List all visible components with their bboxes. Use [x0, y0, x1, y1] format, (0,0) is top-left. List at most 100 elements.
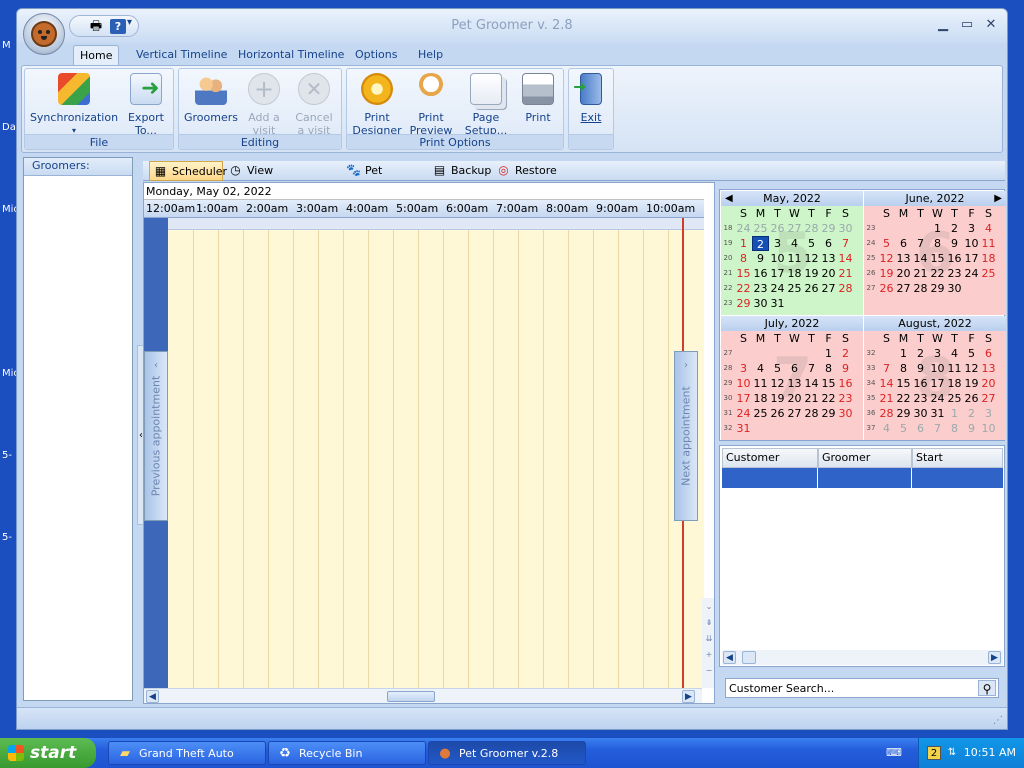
calendar-day[interactable]: 17 — [929, 376, 946, 391]
calendar-day[interactable]: 14 — [803, 376, 820, 391]
calendar-day[interactable]: 12 — [769, 376, 786, 391]
page-setup-button[interactable]: Page Setup... — [459, 73, 513, 137]
calendar-day[interactable]: 9 — [912, 361, 929, 376]
calendar-day[interactable]: 1 — [735, 236, 752, 251]
print-preview-button[interactable]: Print Preview — [405, 73, 457, 137]
exit-button[interactable]: ➜ Exit — [571, 73, 611, 124]
calendar-day[interactable]: 20 — [895, 266, 912, 281]
calendar-day[interactable]: 18 — [946, 376, 963, 391]
calendar-day[interactable]: 20 — [980, 376, 997, 391]
scroll-down-icon[interactable]: ⌄ — [704, 602, 714, 612]
calendar-day[interactable]: 24 — [735, 221, 752, 236]
calendar-day[interactable]: 29 — [735, 296, 752, 311]
calendar-day[interactable]: 28 — [803, 221, 820, 236]
calendar-navigator[interactable]: ◀ May, 2022 5 SMTWTFS 18 24 25 26 27 28 29 30 19… — [719, 189, 1006, 441]
calendar-day[interactable]: 26 — [769, 221, 786, 236]
calendar-day[interactable]: 3 — [929, 346, 946, 361]
calendar-day[interactable]: 4 — [878, 421, 895, 436]
calendar-day[interactable]: 23 — [946, 266, 963, 281]
scroll-next-icon[interactable]: ⇟ — [704, 618, 714, 628]
calendar-day[interactable]: 27 — [786, 221, 803, 236]
tab-options[interactable]: Options — [349, 45, 403, 66]
resize-grip-icon[interactable]: ⋰ — [993, 715, 1005, 727]
minimize-button[interactable]: ▁ — [935, 17, 951, 33]
calendar-day[interactable]: 27 — [980, 391, 997, 406]
calendar-day[interactable]: 8 — [946, 421, 963, 436]
scroll-right-icon[interactable]: ▶ — [682, 690, 695, 703]
calendar-day[interactable]: 15 — [895, 376, 912, 391]
tab-vertical-timeline[interactable]: Vertical Timeline — [130, 45, 233, 66]
start-button[interactable]: start — [0, 738, 96, 768]
calendar-day[interactable]: 11 — [946, 361, 963, 376]
calendar-day[interactable]: 7 — [837, 236, 854, 251]
calendar-day[interactable]: 15 — [735, 266, 752, 281]
calendar-day[interactable]: 22 — [735, 281, 752, 296]
calendar-day[interactable] — [752, 421, 769, 436]
calendar-day[interactable]: 19 — [878, 266, 895, 281]
calendar-day[interactable]: 14 — [878, 376, 895, 391]
calendar-day[interactable]: 19 — [963, 376, 980, 391]
task-grand-theft-auto[interactable]: ▰ Grand Theft Auto — [108, 741, 266, 765]
calendar-day[interactable]: 2 — [912, 346, 929, 361]
scroll-last-icon[interactable]: ⇊ — [704, 634, 714, 644]
calendar-day[interactable]: 3 — [980, 406, 997, 421]
calendar-day[interactable] — [837, 296, 854, 311]
previous-appointment-button[interactable]: ‹ Previous appointment — [144, 351, 168, 521]
calendar-day[interactable]: 22 — [820, 391, 837, 406]
calendar-day[interactable]: 28 — [837, 281, 854, 296]
calendar-day[interactable]: 24 — [769, 281, 786, 296]
calendar-day[interactable]: 2 — [946, 221, 963, 236]
calendar-day[interactable]: 19 — [769, 391, 786, 406]
calendar-day[interactable] — [803, 421, 820, 436]
calendar-day[interactable] — [980, 281, 997, 296]
calendar-day[interactable]: 9 — [837, 361, 854, 376]
scroll-left-icon[interactable]: ◀ — [146, 690, 159, 703]
calendar-day[interactable] — [837, 421, 854, 436]
calendar-day[interactable]: 22 — [929, 266, 946, 281]
add-visit-button[interactable]: + Add a visit — [241, 73, 287, 137]
close-button[interactable]: ✕ — [983, 17, 999, 33]
calendar-day[interactable]: 23 — [912, 391, 929, 406]
scheduler-view[interactable]: Monday, May 02, 2022 12:00am 1:00am 2:00… — [143, 182, 715, 704]
calendar-day[interactable]: 18 — [752, 391, 769, 406]
calendar-day[interactable]: 30 — [912, 406, 929, 421]
keyboard-icon[interactable]: ⌨ — [886, 747, 902, 759]
calendar-day[interactable]: 5 — [895, 421, 912, 436]
tab-horizontal-timeline[interactable]: Horizontal Timeline — [232, 45, 350, 66]
scroll-thumb[interactable] — [387, 691, 435, 702]
calendar-day[interactable]: 16 — [752, 266, 769, 281]
calendar-day[interactable]: 28 — [912, 281, 929, 296]
calendar-day[interactable]: 15 — [929, 251, 946, 266]
calendar-day[interactable] — [878, 221, 895, 236]
calendar-day[interactable]: 4 — [946, 346, 963, 361]
timeline-grid[interactable] — [144, 218, 704, 688]
calendar-day[interactable]: 31 — [929, 406, 946, 421]
calendar-day[interactable]: 1 — [895, 346, 912, 361]
calendar-day[interactable]: 30 — [752, 296, 769, 311]
calendar-day[interactable]: 6 — [895, 236, 912, 251]
scroll-thumb[interactable] — [742, 651, 756, 664]
calendar-day[interactable]: 1 — [820, 346, 837, 361]
calendar-day[interactable]: 8 — [820, 361, 837, 376]
calendar-day[interactable]: 27 — [820, 281, 837, 296]
calendar-day[interactable]: 1 — [946, 406, 963, 421]
tab-help[interactable]: Help — [412, 45, 449, 66]
calendar-day[interactable]: 15 — [820, 376, 837, 391]
calendar-day[interactable]: 6 — [820, 236, 837, 251]
calendar-day[interactable]: 13 — [820, 251, 837, 266]
calendar-day[interactable]: 5 — [878, 236, 895, 251]
calendar-day[interactable] — [769, 421, 786, 436]
list-item[interactable] — [722, 468, 1003, 488]
customer-search-input[interactable] — [726, 679, 974, 697]
calendar-day[interactable]: 25 — [752, 406, 769, 421]
calendar-day[interactable]: 11 — [752, 376, 769, 391]
calendar-day[interactable]: 9 — [752, 251, 769, 266]
calendar-day[interactable] — [820, 296, 837, 311]
calendar-day[interactable] — [895, 296, 912, 311]
calendar-day[interactable]: 17 — [963, 251, 980, 266]
zoom-out-icon[interactable]: − — [704, 666, 714, 676]
calendar-day[interactable]: 4 — [752, 361, 769, 376]
calendar-day[interactable]: 13 — [895, 251, 912, 266]
tab-restore[interactable]: ◎ Restore — [493, 161, 559, 181]
maximize-button[interactable]: ▭ — [959, 17, 975, 33]
